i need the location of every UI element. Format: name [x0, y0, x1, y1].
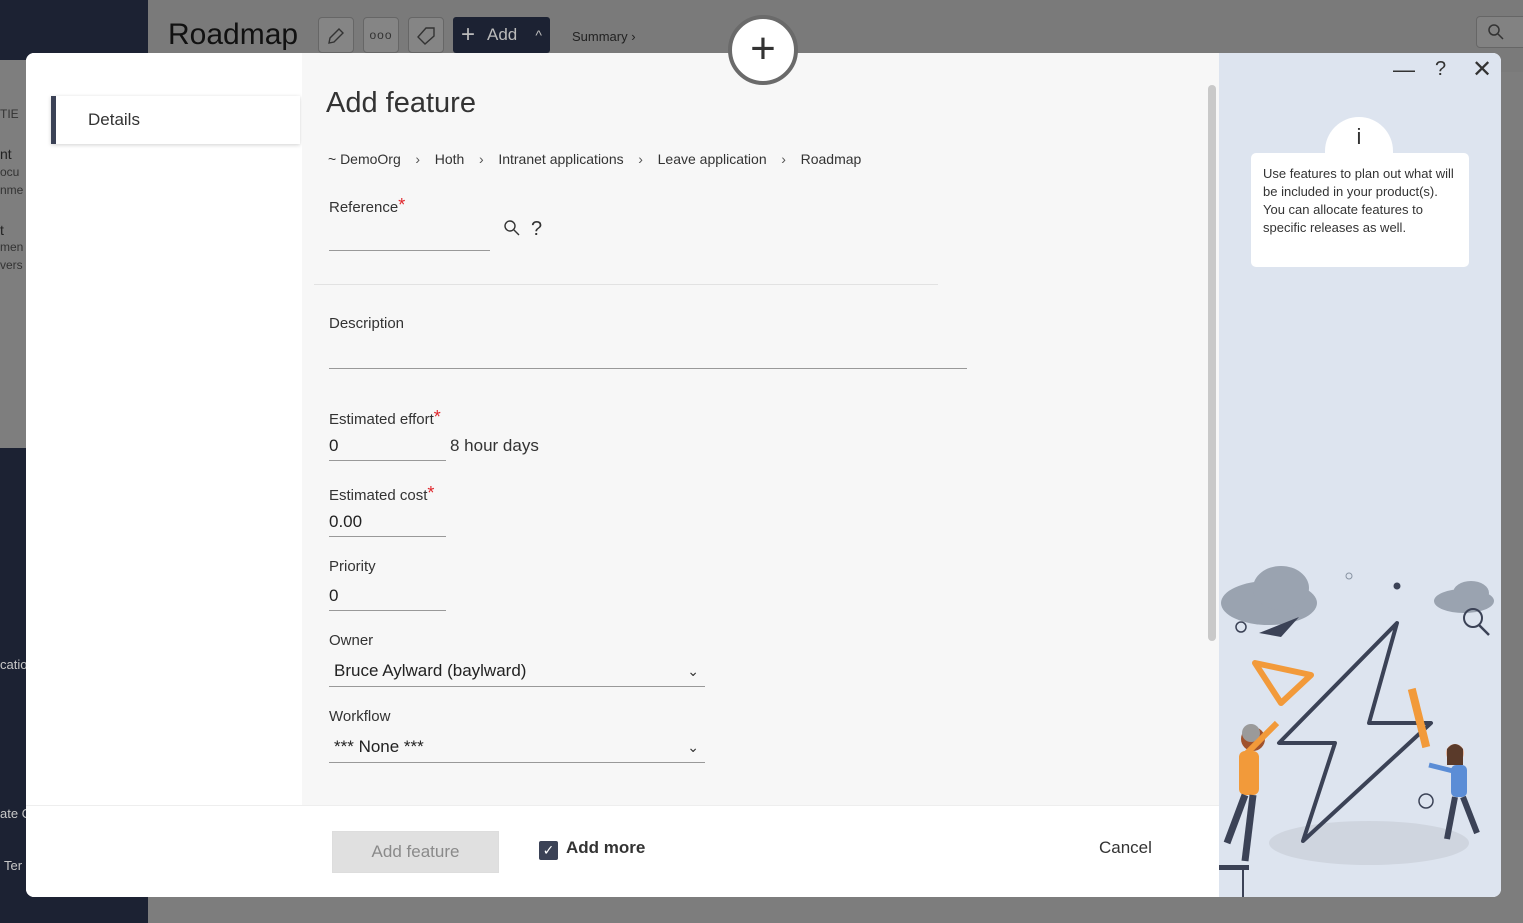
bg-nav-snippet: catio [0, 657, 28, 672]
owner-selected-value: Bruce Aylward (baylward) [334, 661, 527, 680]
add-feature-dialog: Details Add feature ~ DemoOrg › Hoth › Intra… [26, 53, 1501, 897]
search-icon [504, 220, 520, 236]
breadcrumb-item[interactable]: Intranet applications [498, 151, 623, 167]
magnifier-icon [1235, 621, 1247, 633]
lightning-icon [1277, 621, 1433, 843]
bg-panel-snippet: TIE [0, 107, 19, 121]
dialog-form: Add feature ~ DemoOrg › Hoth › Intranet appl… [302, 53, 1219, 805]
effort-unit-label: 8 hour days [450, 436, 539, 455]
plus-icon: + [750, 24, 776, 73]
add-more-label[interactable]: Add more [566, 838, 645, 858]
breadcrumb-item[interactable]: Roadmap [801, 151, 862, 167]
chevron-down-icon: ⌄ [687, 663, 699, 679]
estimated-effort-input[interactable]: 0 [329, 431, 446, 461]
bg-panel-snippet: nt [0, 146, 12, 162]
close-button[interactable]: ✕ [1472, 55, 1492, 84]
reference-search-button[interactable] [503, 219, 521, 243]
question-icon: ? [1435, 58, 1447, 80]
owner-select[interactable]: Bruce Aylward (baylward) ⌄ [329, 655, 705, 687]
bg-panel-snippet: men [0, 240, 24, 254]
team-lightning-illustration [1219, 566, 1494, 897]
bg-panel-snippet: nme [0, 183, 24, 197]
breadcrumb: ~ DemoOrg › Hoth › Intranet applications › Lea… [328, 151, 861, 167]
tag-icon [417, 27, 435, 45]
pencil-icon [328, 28, 344, 44]
estimated-cost-input[interactable]: 0.00 [329, 507, 446, 537]
checkmark-icon: ✓ [542, 842, 555, 858]
chevron-up-icon: ^ [535, 27, 542, 43]
more-icon: ooo [369, 28, 393, 42]
close-icon: ✕ [1472, 56, 1493, 83]
edit-button[interactable] [318, 17, 354, 53]
plus-icon: + [461, 21, 476, 48]
bg-panel-snippet: t [0, 222, 4, 238]
cloud-icon [1434, 581, 1494, 613]
description-label: Description [329, 315, 405, 332]
help-text: Use features to plan out what will be in… [1251, 153, 1469, 267]
description-input[interactable] [329, 339, 967, 369]
help-panel: — ? ✕ i Use features to plan out what wi… [1219, 53, 1501, 897]
page-title: Roadmap [168, 18, 299, 51]
tab-details[interactable]: Details [51, 96, 300, 144]
workflow-label: Workflow [329, 708, 391, 725]
estimated-effort-label-text: Estimated effort [329, 411, 434, 428]
cloud-icon [1221, 566, 1317, 625]
required-marker: * [433, 407, 441, 427]
chevron-right-icon: › [478, 151, 484, 167]
dialog-side-nav: Details [26, 53, 302, 805]
chevron-right-icon: › [415, 151, 421, 167]
required-marker: * [398, 195, 406, 215]
section-divider [314, 284, 938, 285]
form-scrollbar[interactable] [1208, 85, 1216, 641]
info-icon: i [1325, 117, 1393, 157]
summary-link[interactable]: Summary › [572, 29, 636, 44]
help-button[interactable]: ? [1435, 58, 1446, 81]
estimated-cost-label: Estimated cost* [329, 483, 435, 505]
tag-button[interactable] [408, 17, 444, 53]
owner-label: Owner [329, 632, 374, 649]
background-right-strip [1501, 150, 1523, 830]
priority-label: Priority [329, 558, 376, 575]
dialog-footer: Add feature ✓ Add more Cancel [26, 805, 1219, 897]
minimize-button[interactable]: — [1393, 57, 1415, 83]
breadcrumb-item[interactable]: Leave application [658, 151, 767, 167]
cancel-button[interactable]: Cancel [1099, 838, 1152, 858]
estimated-cost-label-text: Estimated cost [329, 487, 428, 504]
priority-input[interactable]: 0 [329, 581, 446, 611]
search-input[interactable] [1476, 16, 1523, 48]
more-options-button[interactable]: ooo [363, 17, 399, 53]
reference-label: Reference* [329, 195, 406, 217]
breadcrumb-item[interactable]: Hoth [435, 151, 465, 167]
add-more-checkbox[interactable]: ✓ [539, 841, 558, 860]
chevron-right-icon: › [638, 151, 643, 167]
minimize-icon: — [1393, 57, 1415, 82]
required-marker: * [427, 483, 435, 503]
workflow-selected-value: *** None *** [334, 737, 424, 756]
add-menu-button[interactable]: + Add ^ [453, 17, 550, 53]
bg-panel-snippet: vers [0, 258, 23, 272]
floating-add-button[interactable]: + [728, 15, 798, 85]
bg-nav-snippet: Ter [4, 858, 23, 873]
reference-label-text: Reference [329, 199, 399, 216]
workflow-select[interactable]: *** None *** ⌄ [329, 731, 705, 763]
add-feature-button[interactable]: Add feature [332, 831, 499, 873]
breadcrumb-item[interactable]: ~ DemoOrg [328, 151, 401, 167]
estimated-effort-label: Estimated effort* [329, 407, 441, 429]
chevron-right-icon: › [781, 151, 786, 167]
chevron-down-icon: ⌄ [687, 739, 699, 755]
reference-help-icon[interactable]: ? [531, 218, 542, 241]
dialog-title: Add feature [326, 87, 476, 119]
add-menu-label: Add [487, 25, 518, 44]
search-icon [1488, 24, 1504, 40]
bg-panel-snippet: ocu [0, 165, 20, 179]
reference-input[interactable] [329, 221, 490, 251]
